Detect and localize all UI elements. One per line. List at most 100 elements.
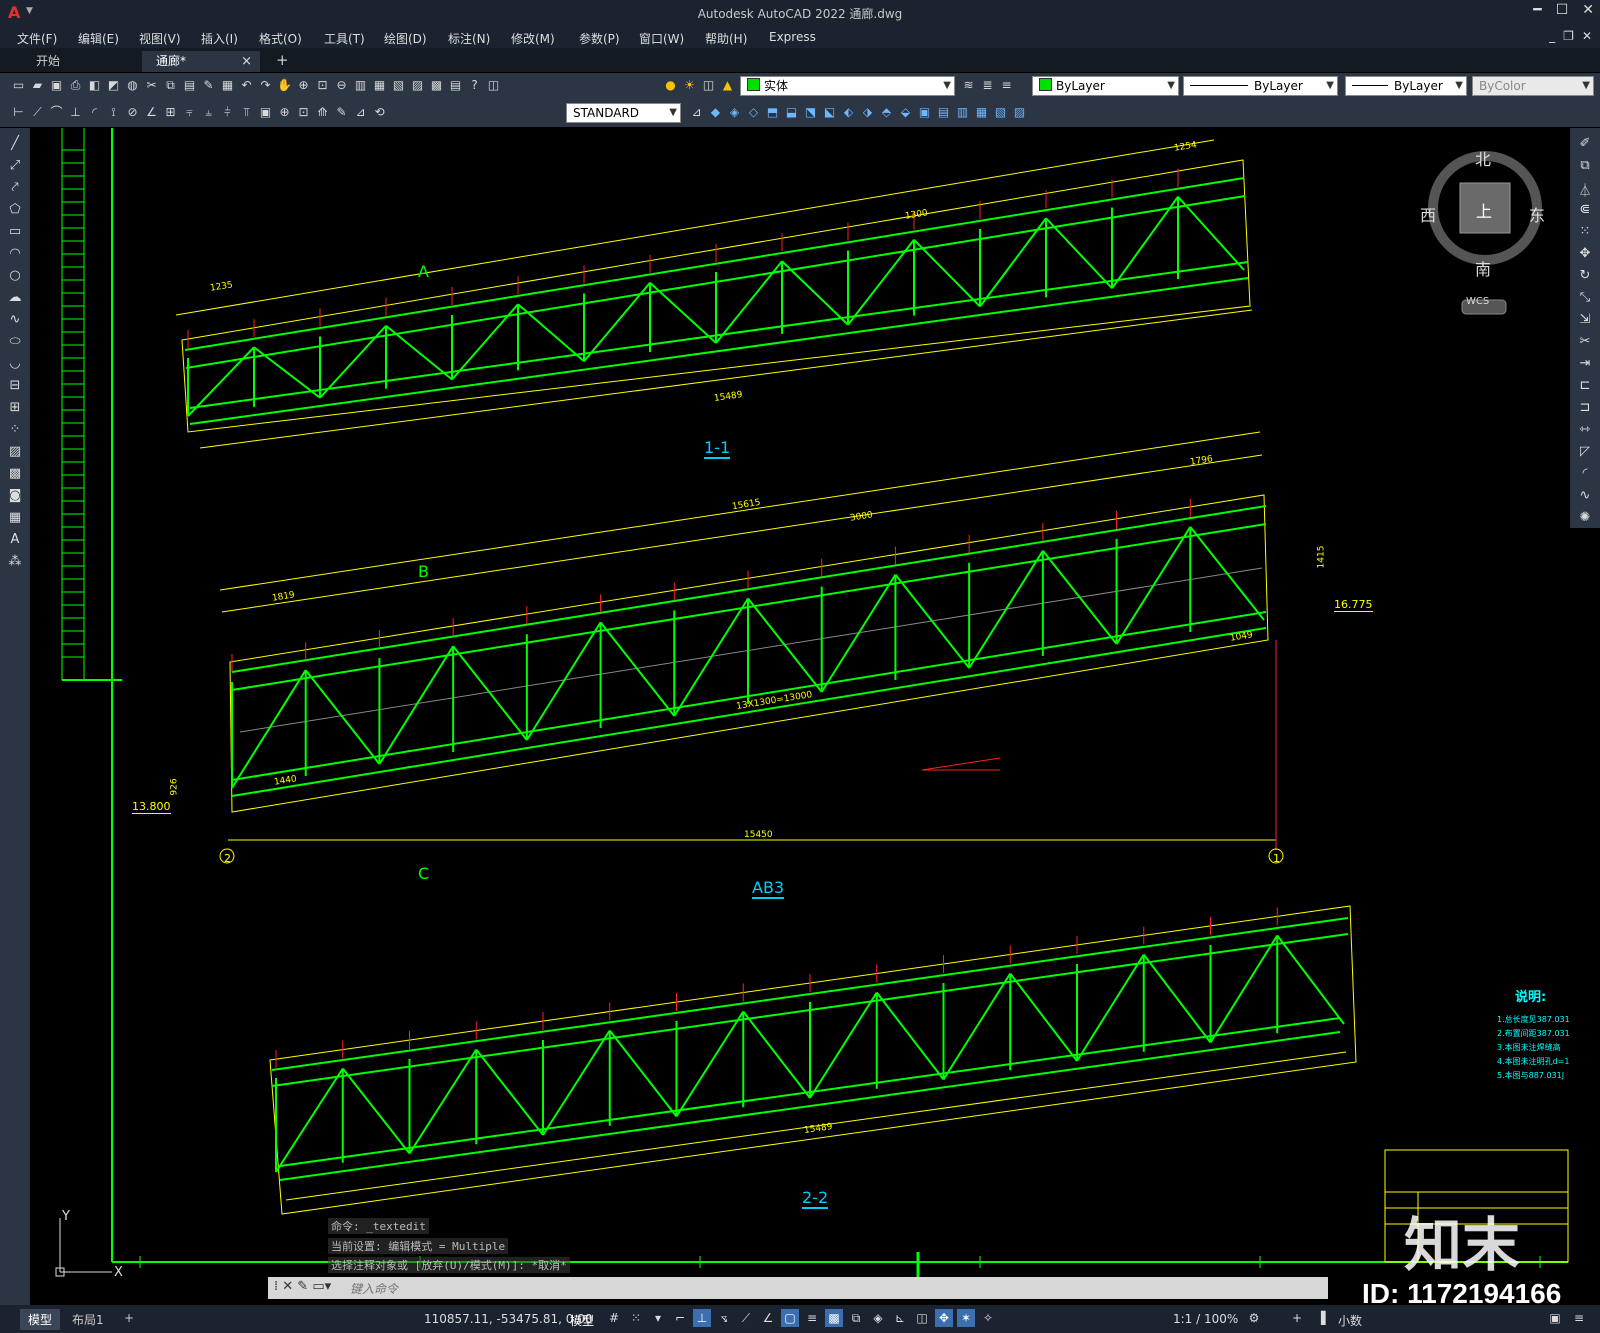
drawing-canvas[interactable]: Y X (30, 128, 1570, 1305)
isodraft-icon[interactable]: ⟋ (737, 1309, 755, 1327)
ortho-icon[interactable]: ⊥ (693, 1309, 711, 1327)
paste-icon[interactable]: ▤ (181, 77, 198, 94)
units-display[interactable]: 小数 (1338, 1312, 1362, 1329)
construction-line-icon[interactable]: ⤢ (7, 158, 23, 173)
arc-icon[interactable]: ◠ (7, 246, 23, 261)
command-input[interactable] (348, 1278, 1312, 1299)
polar-tracking-icon[interactable]: ⦪ (715, 1309, 733, 1327)
loft-icon[interactable]: ▤ (935, 104, 952, 121)
make-block-icon[interactable]: ⊞ (7, 400, 23, 415)
new-file-icon[interactable]: ▭ (10, 77, 27, 94)
ellipse-arc-icon[interactable]: ◡ (7, 356, 23, 371)
dim-style-icon[interactable]: ⊿ (688, 104, 705, 121)
presspull-icon[interactable]: ⬙ (897, 104, 914, 121)
redo-icon[interactable]: ↷ (257, 77, 274, 94)
menu-modify[interactable]: 修改(M) (511, 30, 555, 47)
gradient-icon[interactable]: ▩ (7, 466, 23, 481)
dim-continue-icon[interactable]: ⫨ (200, 104, 217, 121)
close-icon[interactable]: ✕ (1582, 2, 1594, 18)
erase-icon[interactable]: ✐ (1577, 136, 1593, 151)
wedge-icon[interactable]: ◈ (726, 104, 743, 121)
join-icon[interactable]: ⇿ (1577, 422, 1593, 437)
dim-aligned-icon[interactable]: ⟋ (29, 104, 46, 121)
annotation-scale[interactable]: 1:1 / 100% (1173, 1312, 1238, 1326)
lineweight-dropdown[interactable]: ByLayer ▼ (1345, 76, 1467, 96)
properties-icon[interactable]: ▥ (352, 77, 369, 94)
add-layout-button[interactable]: + (116, 1309, 142, 1327)
extrude-icon[interactable]: ⬒ (764, 104, 781, 121)
dim-edit-icon[interactable]: ✎ (333, 104, 350, 121)
extend-icon[interactable]: ⇥ (1577, 356, 1593, 371)
circle-icon[interactable]: ○ (7, 268, 23, 283)
layer-dropdown[interactable]: 实体 ▼ (740, 76, 955, 96)
layer-properties-icon[interactable]: ◫ (485, 77, 502, 94)
revcloud-icon[interactable]: ☁ (7, 290, 23, 305)
dim-update-icon[interactable]: ⟲ (371, 104, 388, 121)
dim-radius-icon[interactable]: ◜ (86, 104, 103, 121)
menu-tools[interactable]: 工具(T) (324, 30, 365, 47)
add-selected-icon[interactable]: ⁂ (7, 554, 23, 569)
point-icon[interactable]: ⁘ (7, 422, 23, 437)
plotstyle-dropdown[interactable]: ByColor ▼ (1472, 76, 1594, 96)
preview-icon[interactable]: ◧ (86, 77, 103, 94)
viewcube-top-face[interactable]: 上 (1476, 198, 1492, 222)
make-current-layer-icon[interactable]: ≋ (960, 77, 977, 94)
tolerance-icon[interactable]: ▣ (257, 104, 274, 121)
box-icon[interactable]: ◆ (707, 104, 724, 121)
rectangle-icon[interactable]: ▭ (7, 224, 23, 239)
multiline-text-icon[interactable]: A (7, 532, 23, 547)
dim-linear-icon[interactable]: ⊢ (10, 104, 27, 121)
polyline-icon[interactable]: ⤤ (7, 180, 23, 195)
web-icon[interactable]: ◍ (124, 77, 141, 94)
open-file-icon[interactable]: ▰ (29, 77, 46, 94)
spline-icon[interactable]: ∿ (7, 312, 23, 327)
trim-icon[interactable]: ✂ (1577, 334, 1593, 349)
offset-icon[interactable]: ⋐ (1577, 202, 1593, 217)
3d-osnap-icon[interactable]: ◈ (869, 1309, 887, 1327)
menu-help[interactable]: 帮助(H) (705, 30, 747, 47)
design-center-icon[interactable]: ▦ (371, 77, 388, 94)
chamfer-edge-icon[interactable]: ▧ (992, 104, 1009, 121)
render-icon[interactable]: ▨ (1011, 104, 1028, 121)
rotate-icon[interactable]: ↻ (1577, 268, 1593, 283)
tab-drawing[interactable]: 通廊* × (142, 51, 260, 72)
menu-edit[interactable]: 编辑(E) (78, 30, 119, 47)
new-tab-button[interactable]: + (276, 51, 289, 69)
menu-format[interactable]: 格式(O) (259, 30, 302, 47)
shell-icon[interactable]: ▥ (954, 104, 971, 121)
cut-icon[interactable]: ✂ (143, 77, 160, 94)
compass-north[interactable]: 北 (1475, 146, 1491, 170)
subtract-icon[interactable]: ⬕ (821, 104, 838, 121)
fillet-edge-icon[interactable]: ▦ (973, 104, 990, 121)
block-editor-icon[interactable]: ▦ (219, 77, 236, 94)
array-icon[interactable]: ⁙ (1577, 224, 1593, 239)
tab-start[interactable]: 开始 (22, 51, 140, 72)
infer-constraints-icon[interactable]: ⌐ (671, 1309, 689, 1327)
explode-icon[interactable]: ✺ (1577, 510, 1593, 525)
plus-icon[interactable]: + (1288, 1309, 1306, 1327)
dynamic-ucs-icon[interactable]: ⊾ (891, 1309, 909, 1327)
break-icon[interactable]: ⊐ (1577, 400, 1593, 415)
selection-cycling-icon[interactable]: ⧉ (847, 1309, 865, 1327)
doc-restore-icon[interactable]: ❐ (1563, 29, 1574, 43)
lineweight-icon[interactable]: ≡ (803, 1309, 821, 1327)
scale-icon[interactable]: ⤡ (1577, 290, 1593, 305)
revolve-icon[interactable]: ⬓ (783, 104, 800, 121)
copy-icon[interactable]: ⧉ (162, 77, 179, 94)
ellipse-icon[interactable]: ⬭ (7, 334, 23, 349)
sun-icon[interactable]: ☀ (681, 77, 698, 94)
section-icon[interactable]: ⬘ (878, 104, 895, 121)
compass-south[interactable]: 南 (1475, 256, 1491, 280)
center-mark-icon[interactable]: ⊕ (276, 104, 293, 121)
object-snap-tracking-icon[interactable]: ∠ (759, 1309, 777, 1327)
object-snap-icon[interactable]: ▢ (781, 1309, 799, 1327)
light-bulb-icon[interactable]: ● (662, 77, 679, 94)
blend-curves-icon[interactable]: ∿ (1577, 488, 1593, 503)
markup-icon[interactable]: ▩ (428, 77, 445, 94)
menu-draw[interactable]: 绘图(D) (384, 30, 427, 47)
minimize-icon[interactable]: ━ (1533, 2, 1541, 18)
dropdown-arrow-icon[interactable]: ▾ (649, 1309, 667, 1327)
workspace-gear-icon[interactable]: ⚙ (1245, 1309, 1263, 1327)
zoom-window-icon[interactable]: ⊡ (314, 77, 331, 94)
zoom-previous-icon[interactable]: ⊖ (333, 77, 350, 94)
